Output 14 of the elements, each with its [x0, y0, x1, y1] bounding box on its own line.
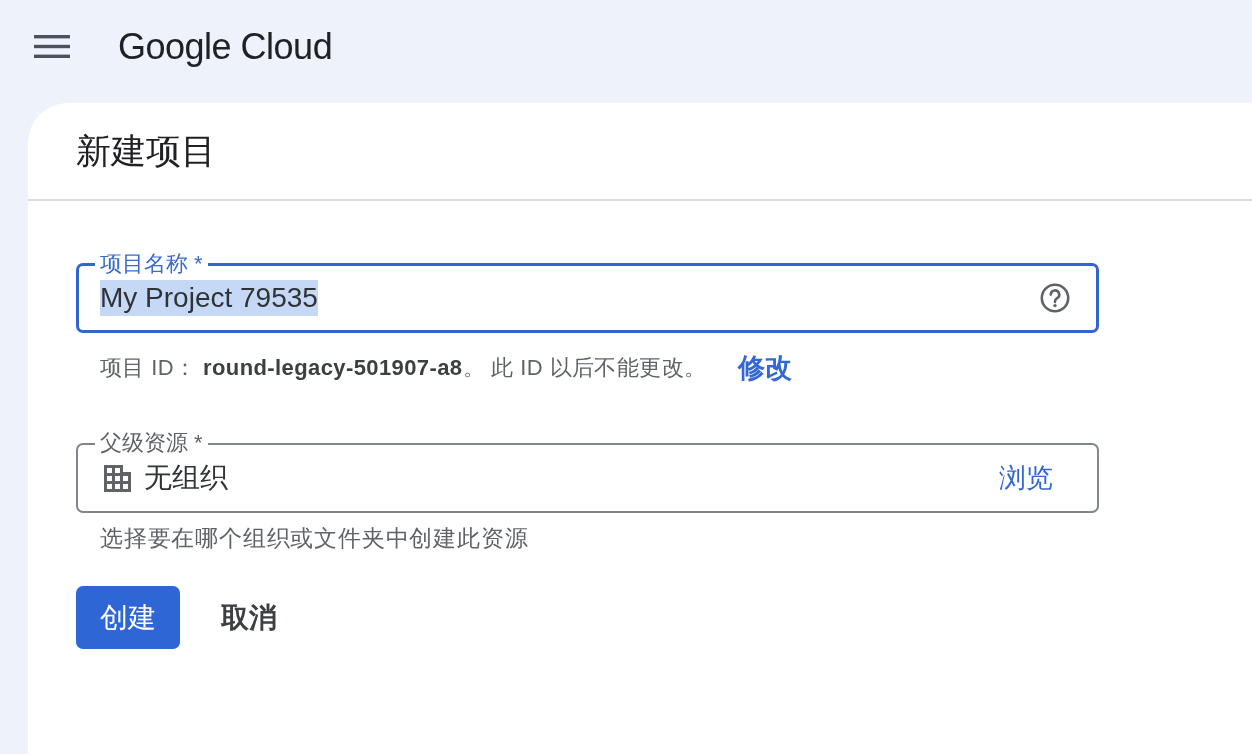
field-value: 无组织 [144, 461, 228, 495]
field-value: My Project 79535 [100, 280, 318, 316]
menu-icon[interactable] [34, 35, 70, 58]
cancel-button[interactable]: 取消 [201, 586, 297, 649]
helper-text: 项目 ID： round-legacy-501907-a8。 此 ID 以后不能更改。 [100, 354, 707, 382]
building-icon [104, 464, 131, 492]
helper-text: 选择要在哪个组织或文件夹中创建此资源 [100, 524, 529, 553]
edit-link[interactable]: 修改 [738, 352, 793, 384]
field-label: 父级资源 * [95, 429, 208, 457]
help-icon[interactable] [1040, 283, 1070, 313]
page-title: 新建项目 [76, 130, 216, 172]
browse-button[interactable]: 浏览 [999, 460, 1053, 496]
create-button[interactable]: 创建 [76, 586, 180, 649]
logo: Google Cloud [118, 24, 333, 69]
